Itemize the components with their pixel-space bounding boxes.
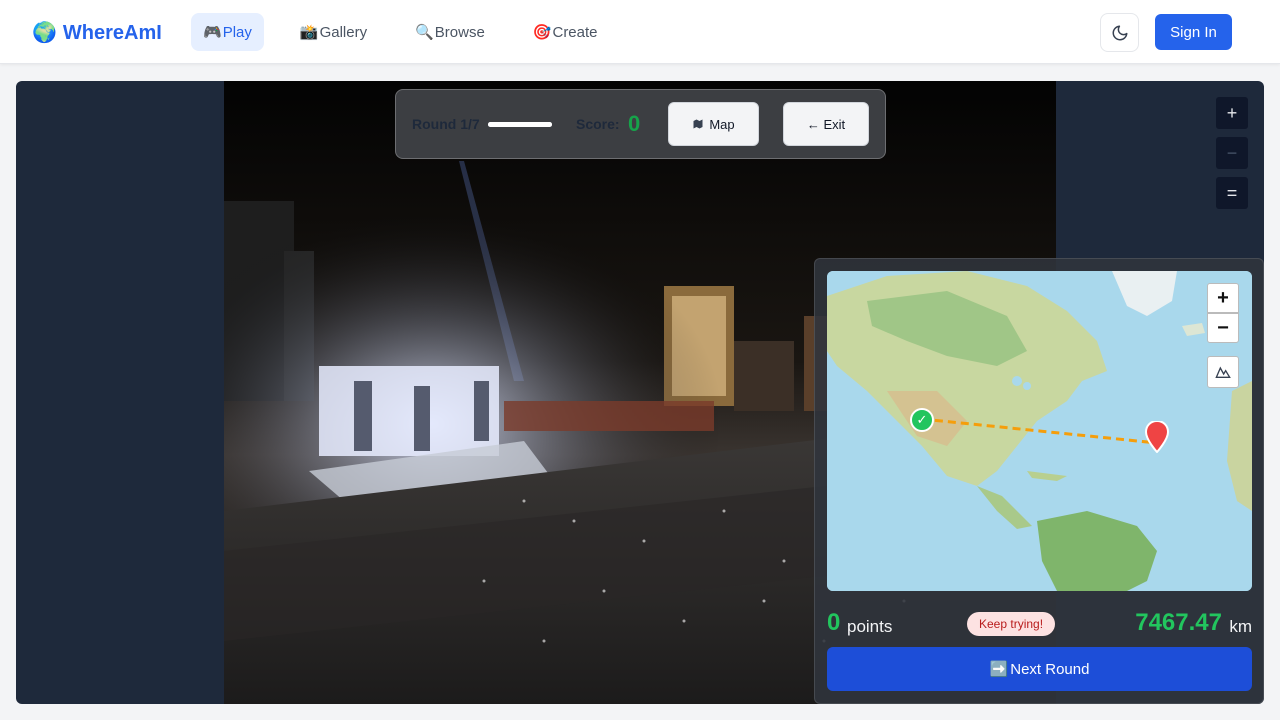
feedback-badge: Keep trying!	[967, 612, 1056, 636]
viewer-zoom-in-button[interactable]: +	[1216, 97, 1248, 129]
main-nav: 🎮 Play 📸 Gallery 🔍 Browse 🎯 Create	[191, 13, 634, 51]
viewer-reset-button[interactable]: =	[1216, 177, 1248, 209]
world-map-image	[827, 271, 1252, 591]
nav-item-play[interactable]: 🎮 Play	[191, 13, 264, 51]
theme-toggle-button[interactable]	[1100, 13, 1139, 52]
next-round-label: Next Round	[1010, 660, 1090, 678]
map-terrain-toggle-button[interactable]	[1207, 356, 1239, 388]
target-icon: 🎯	[532, 24, 552, 41]
score-value: 0	[628, 111, 641, 136]
round-result-panel: ✓ + − 0 points Keep trying! 7467.47 km ➡…	[814, 258, 1264, 704]
magnifier-icon: 🔍	[415, 24, 434, 41]
exit-button-label: ← Exit	[806, 116, 846, 132]
viewer-zoom-out-button[interactable]: −	[1216, 137, 1248, 169]
sign-in-button[interactable]: Sign In	[1155, 14, 1232, 50]
globe-icon: 🌍	[32, 22, 57, 44]
nav-item-label: Create	[552, 23, 598, 41]
nav-item-gallery[interactable]: 📸 Gallery	[288, 13, 379, 51]
gamepad-icon: 🎮	[203, 24, 222, 41]
game-hud: Round 1/7 Score: 0 Map ← Exit	[395, 89, 886, 159]
distance-value: 7467.47	[1135, 609, 1222, 636]
points-value: 0	[827, 609, 841, 636]
next-round-button[interactable]: ➡️ Next Round	[827, 647, 1252, 691]
arrow-right-icon: ➡️	[989, 661, 1009, 678]
round-progress-bar	[488, 122, 552, 127]
brand-logo[interactable]: 🌍 WhereAmI	[32, 19, 162, 47]
nav-item-browse[interactable]: 🔍 Browse	[403, 13, 497, 51]
round-progress-fill	[488, 122, 552, 127]
map-zoom-out-button[interactable]: −	[1207, 313, 1239, 343]
moon-icon	[1112, 25, 1127, 40]
brand-name: WhereAmI	[62, 21, 162, 44]
distance-unit: km	[1229, 617, 1252, 636]
actual-location-marker: ✓	[910, 408, 934, 432]
nav-item-label: Browse	[434, 23, 485, 41]
exit-button[interactable]: ← Exit	[783, 102, 869, 146]
top-navigation-bar: 🌍 WhereAmI 🎮 Play 📸 Gallery 🔍 Browse 🎯 C…	[0, 0, 1280, 64]
map-button-label: Map	[709, 116, 735, 132]
camera-icon: 📸	[299, 24, 319, 41]
map-zoom-in-button[interactable]: +	[1207, 283, 1239, 313]
guess-pin-icon	[1145, 421, 1169, 453]
round-indicator: Round 1/7	[412, 116, 480, 132]
nav-item-label: Play	[222, 23, 252, 41]
nav-item-label: Gallery	[319, 23, 368, 41]
map-icon	[693, 119, 703, 129]
mountain-icon	[1215, 366, 1231, 378]
result-map[interactable]: ✓ + −	[827, 271, 1252, 591]
map-toggle-button[interactable]: Map	[668, 102, 759, 146]
result-summary: 0 points Keep trying! 7467.47 km	[827, 609, 1252, 641]
score-label: Score:	[576, 116, 620, 132]
points-label: points	[847, 617, 893, 636]
nav-item-create[interactable]: 🎯 Create	[521, 13, 610, 51]
